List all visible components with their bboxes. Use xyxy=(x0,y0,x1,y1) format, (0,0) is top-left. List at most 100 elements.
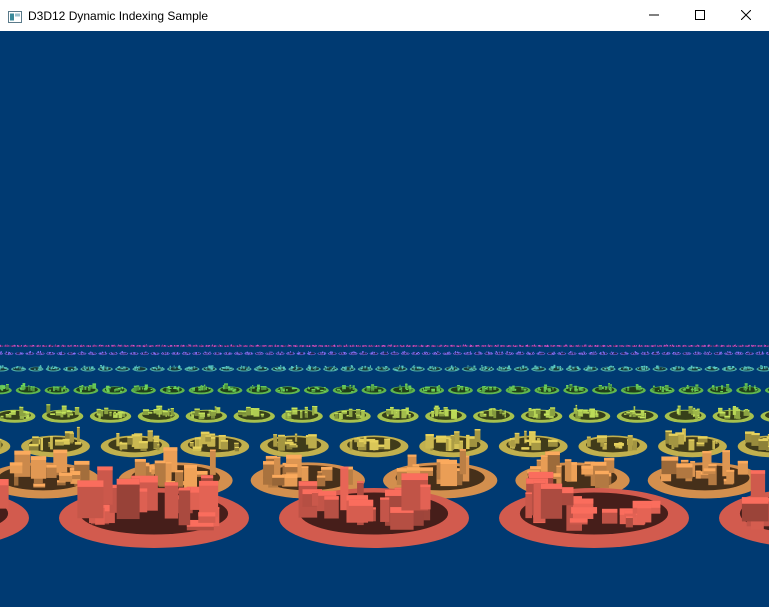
building-roof xyxy=(240,352,242,354)
title-bar[interactable]: D3D12 Dynamic Indexing Sample xyxy=(0,0,769,31)
building-roof xyxy=(304,411,308,413)
building-roof xyxy=(749,367,751,369)
building-roof xyxy=(39,365,42,367)
building-roof xyxy=(641,345,642,347)
building-roof xyxy=(109,411,112,413)
city-island xyxy=(332,384,358,395)
building-roof xyxy=(171,345,172,347)
building-roof xyxy=(145,351,147,353)
minimize-button[interactable] xyxy=(631,0,677,31)
building-roof xyxy=(467,352,469,354)
city-island xyxy=(181,351,191,356)
city-island xyxy=(484,351,494,356)
building-roof xyxy=(65,389,66,391)
building-roof xyxy=(232,390,235,392)
building-roof xyxy=(387,351,388,353)
building-roof xyxy=(300,410,303,412)
city-island xyxy=(463,351,473,356)
city-island xyxy=(217,344,223,347)
city-island xyxy=(513,365,529,372)
city-island xyxy=(98,344,104,347)
city-island xyxy=(357,365,373,372)
building-roof xyxy=(303,352,305,354)
building-roof xyxy=(362,351,364,353)
city-island xyxy=(652,365,668,372)
city-island xyxy=(444,365,460,372)
building-roof xyxy=(195,352,197,354)
building-roof xyxy=(154,367,157,369)
building-roof xyxy=(719,411,726,414)
building-roof xyxy=(84,367,86,369)
city-island xyxy=(179,344,186,347)
maximize-button[interactable] xyxy=(677,0,723,31)
building-roof xyxy=(105,367,107,369)
building-roof xyxy=(506,351,508,353)
building-roof xyxy=(402,352,404,354)
city-island xyxy=(600,344,606,347)
render-viewport[interactable] xyxy=(0,31,769,607)
building-roof xyxy=(697,344,699,346)
building-roof xyxy=(342,366,344,368)
city-island xyxy=(661,351,671,356)
building-roof xyxy=(194,352,196,354)
building-roof xyxy=(222,367,225,369)
city-island xyxy=(518,344,525,347)
building-roof xyxy=(57,387,60,389)
building-roof xyxy=(49,344,50,346)
building-roof xyxy=(337,345,339,347)
building-roof xyxy=(559,352,561,354)
building-roof xyxy=(577,366,579,368)
building-roof xyxy=(692,414,695,416)
building-roof xyxy=(481,365,483,367)
city-island xyxy=(149,365,165,372)
building-roof xyxy=(672,368,675,370)
building-roof xyxy=(2,387,4,389)
building-roof xyxy=(214,406,217,408)
building-roof xyxy=(355,409,361,411)
building-roof xyxy=(83,352,84,354)
building-roof xyxy=(334,345,336,347)
city-island xyxy=(41,404,84,423)
city-island xyxy=(219,366,235,372)
building-roof xyxy=(667,345,668,347)
close-button[interactable] xyxy=(723,0,769,31)
building-roof xyxy=(688,367,691,369)
building-roof xyxy=(508,345,509,347)
building-roof xyxy=(745,386,747,388)
building-roof xyxy=(193,366,196,368)
building-roof xyxy=(51,352,53,354)
building-roof xyxy=(595,413,599,415)
city-island xyxy=(305,364,321,372)
building-roof xyxy=(378,345,380,347)
island-shadow xyxy=(360,352,368,355)
building-roof xyxy=(299,345,301,347)
building-roof xyxy=(532,351,534,353)
city-island xyxy=(734,351,744,356)
building-roof xyxy=(136,368,138,370)
building-roof xyxy=(544,384,548,386)
building-roof xyxy=(246,368,248,370)
building-roof xyxy=(354,352,357,354)
building-roof xyxy=(333,366,335,368)
building-roof xyxy=(194,408,200,410)
city-island xyxy=(620,384,646,395)
city-island xyxy=(102,385,128,395)
building-roof xyxy=(66,367,68,369)
city-island xyxy=(10,344,16,347)
building-roof xyxy=(547,345,549,347)
city-island xyxy=(635,365,651,372)
city-island xyxy=(487,344,493,347)
building-roof xyxy=(136,385,140,387)
building-roof xyxy=(747,345,749,347)
building-roof xyxy=(198,388,201,390)
building-roof xyxy=(686,352,688,354)
building-roof xyxy=(695,384,699,386)
building-roof xyxy=(314,345,316,347)
city-island xyxy=(494,351,504,356)
city-island xyxy=(323,365,339,372)
building-roof xyxy=(693,387,697,389)
building-block xyxy=(167,408,170,417)
city-island xyxy=(119,351,129,356)
city-island xyxy=(306,351,316,356)
building-roof xyxy=(259,351,261,353)
